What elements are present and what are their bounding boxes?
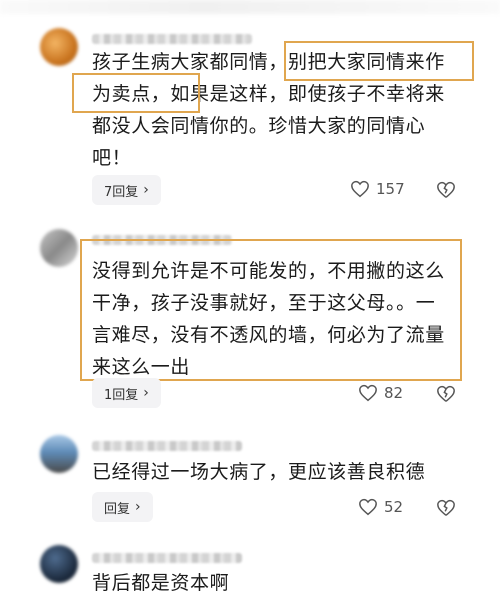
comment-2: 没得到允许是不可能发的，不用撇的这么 干净，孩子没事就好，至于这父母。。一 言难…: [0, 215, 500, 415]
reply-label: 回复: [104, 501, 131, 517]
like-button[interactable]: 82: [358, 384, 403, 402]
like-count: 157: [376, 180, 405, 198]
highlight-box: [80, 239, 462, 381]
chevron-right-icon: ›: [143, 182, 149, 198]
chevron-right-icon: ›: [143, 385, 149, 401]
like-button[interactable]: 157: [350, 180, 405, 198]
broken-heart-icon: [437, 385, 455, 402]
comment-line: 都没人会同情你的。珍惜大家的同情心: [92, 115, 426, 137]
comment-line: 背后都是资本啊: [92, 572, 230, 594]
comment-1: 孩子生病大家都同情，别把大家同情来作 为卖点，如果是这样，即使孩子不幸将来 都没…: [0, 0, 500, 215]
dislike-button[interactable]: [436, 181, 456, 203]
username[interactable]: [92, 441, 242, 451]
dislike-button[interactable]: [436, 499, 456, 521]
like-button[interactable]: 52: [358, 498, 403, 516]
username[interactable]: [92, 34, 252, 44]
avatar[interactable]: [40, 545, 78, 583]
avatar[interactable]: [40, 229, 78, 267]
comment-line: 已经得过一场大病了，更应该善良积德: [92, 461, 426, 483]
highlight-box: [72, 73, 200, 113]
highlight-box: [284, 41, 474, 81]
reply-button[interactable]: 1回复 ›: [92, 378, 161, 408]
chevron-right-icon: ›: [135, 499, 141, 515]
dislike-button[interactable]: [436, 385, 456, 407]
reply-button[interactable]: 7回复 ›: [92, 175, 161, 205]
comment-text: 背后都是资本啊: [92, 567, 229, 599]
username[interactable]: [92, 553, 242, 563]
avatar[interactable]: [40, 435, 78, 473]
reply-label: 1回复: [104, 387, 139, 403]
like-count: 52: [384, 498, 404, 516]
comment-line: 吧！: [92, 147, 132, 169]
heart-icon: [351, 180, 369, 198]
reply-button[interactable]: 回复 ›: [92, 492, 153, 522]
broken-heart-icon: [437, 499, 455, 516]
reply-label: 7回复: [104, 184, 139, 200]
comment-text: 已经得过一场大病了，更应该善良积德: [92, 456, 425, 488]
heart-icon: [359, 384, 377, 402]
like-count: 82: [384, 384, 404, 402]
broken-heart-icon: [437, 181, 455, 198]
avatar[interactable]: [40, 28, 78, 66]
comment-4: 背后都是资本啊: [0, 535, 500, 609]
heart-icon: [359, 498, 377, 516]
comment-3: 已经得过一场大病了，更应该善良积德 回复 › 52: [0, 415, 500, 535]
